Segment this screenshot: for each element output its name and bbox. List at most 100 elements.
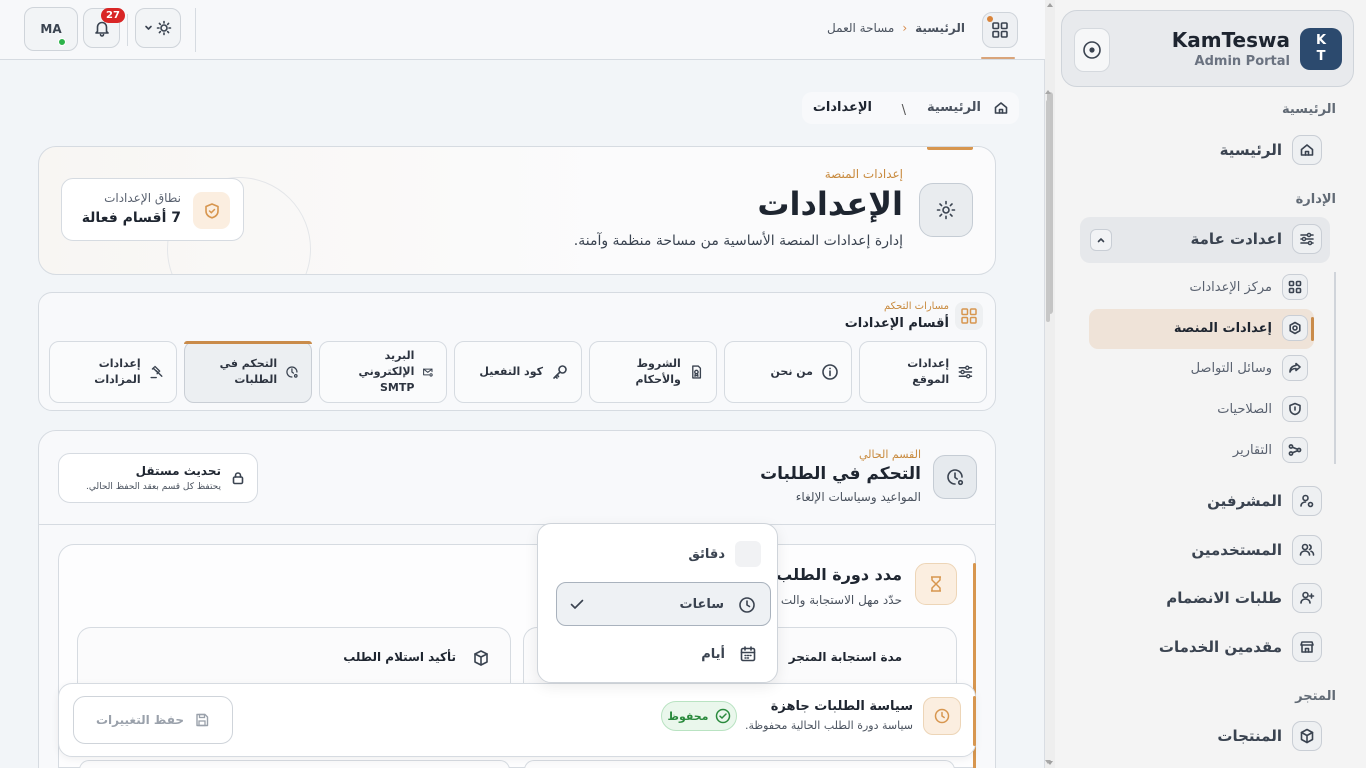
clock-icon xyxy=(923,697,961,735)
top-bar: الرئيسية ‹ مساحة العمل 27 MA xyxy=(0,0,1045,60)
save-bar-title: سياسة الطلبات جاهزة xyxy=(770,699,913,714)
section-label-admin: الإدارة xyxy=(1295,192,1336,207)
saved-status-badge: محفوظ xyxy=(661,701,737,731)
sidebar-item-join-requests[interactable]: طلبات الانضمام xyxy=(1166,583,1322,613)
submenu-line xyxy=(1334,272,1336,464)
document-badge-icon xyxy=(691,365,701,379)
collapse-button[interactable] xyxy=(1090,229,1112,251)
sidebar-item-general-settings[interactable]: اعدادت عامة xyxy=(1191,224,1322,254)
save-changes-button[interactable]: حفظ التغييرات xyxy=(73,696,233,744)
tab-order-control[interactable]: التحكم في الطلبات xyxy=(184,341,312,403)
tab-smtp-email[interactable]: البريد الإلكتروني SMTP xyxy=(319,341,447,403)
box-icon xyxy=(1292,721,1322,751)
sidebar-item-label: المستخدمين xyxy=(1191,541,1282,559)
brand-subtitle: Admin Portal xyxy=(1194,54,1290,69)
dropdown-option-minutes[interactable]: دقائق xyxy=(556,532,771,576)
sidebar-item-home[interactable]: الرئيسية xyxy=(1220,135,1322,165)
check-icon xyxy=(569,596,585,612)
divider xyxy=(39,524,995,525)
card-accent-bar xyxy=(973,696,976,746)
sidebar-item-providers[interactable]: مقدمين الخدمات xyxy=(1159,632,1322,662)
package-icon xyxy=(472,649,490,667)
grid-icon xyxy=(992,22,1008,38)
scope-label: نطاق الإعدادات xyxy=(104,191,181,205)
calendar-icon xyxy=(737,643,759,665)
sidebar-subitem-permissions[interactable]: الصلاحيات xyxy=(1217,396,1308,422)
breadcrumb-home-link[interactable]: الرئيسية xyxy=(915,21,965,35)
indicator-dot xyxy=(987,16,993,22)
time-unit-dropdown: دقائق ساعات أيام xyxy=(537,523,778,683)
sliders-icon xyxy=(1292,224,1322,254)
scrollbar-thumb[interactable] xyxy=(1046,100,1050,322)
breadcrumb-home-link[interactable]: الرئيسية xyxy=(927,100,981,115)
sidebar-subitem-label: وسائل التواصل xyxy=(1190,360,1272,376)
sidebar-item-supervisors[interactable]: المشرفين xyxy=(1207,486,1322,516)
scroll-up-arrow[interactable] xyxy=(1047,3,1053,7)
check-circle-icon xyxy=(715,708,730,724)
clock-settings-icon xyxy=(933,455,977,499)
mail-settings-icon xyxy=(423,368,434,377)
sidebar-subitem-social[interactable]: وسائل التواصل xyxy=(1191,355,1308,381)
clock-settings-icon xyxy=(286,366,298,378)
tab-auction-settings[interactable]: إعدادات المزادات xyxy=(49,341,177,403)
sidebar-item-products[interactable]: المنتجات xyxy=(1217,721,1322,751)
dropdown-option-hours[interactable]: ساعات xyxy=(556,582,771,626)
sidebar-group-general-settings[interactable]: اعدادت عامة xyxy=(1080,217,1330,263)
sections-title: أقسام الإعدادات xyxy=(844,316,949,331)
logo-letter-1: K xyxy=(1315,33,1327,48)
breadcrumb-workspace: مساحة العمل xyxy=(827,21,895,35)
sidebar-subitem-label: الصلاحيات xyxy=(1217,401,1272,417)
independent-update-card: تحديث مستقل يحتفظ كل قسم بعقد الحفظ الحا… xyxy=(58,453,258,503)
grid-icon xyxy=(1282,274,1308,300)
page-title: الإعدادات xyxy=(757,185,903,223)
store-icon xyxy=(1292,632,1322,662)
main-scrollbar[interactable] xyxy=(1045,90,1051,768)
sidebar-item-label: طلبات الانضمام xyxy=(1166,589,1282,607)
sidebar-subitem-settings-center[interactable]: مركز الإعدادات xyxy=(1190,274,1308,300)
save-changes-label: حفظ التغييرات xyxy=(95,713,185,727)
brand-name: KamTeswa xyxy=(1171,28,1290,52)
hero-accent-bar xyxy=(927,147,973,150)
save-bar-description: سياسة دورة الطلب الحالية محفوظة. xyxy=(745,719,913,732)
tab-about-us[interactable]: من نحن xyxy=(724,341,852,403)
order-cycle-title: مدد دورة الطلب xyxy=(776,565,902,584)
sidebar-toggle-button[interactable] xyxy=(1074,28,1110,72)
sidebar-item-users[interactable]: المستخدمين xyxy=(1191,535,1322,565)
tab-label: إعدادات الموقع xyxy=(907,357,950,386)
scroll-up-arrow[interactable] xyxy=(1045,90,1051,94)
user-plus-icon xyxy=(1292,583,1322,613)
home-icon[interactable] xyxy=(993,100,1009,116)
settings-gear-icon xyxy=(919,183,973,237)
theme-toggle-button[interactable] xyxy=(135,8,181,48)
scope-value: 7 أقسام فعالة xyxy=(81,210,181,226)
user-avatar-button[interactable]: MA xyxy=(24,7,78,51)
saved-status-label: محفوظ xyxy=(667,709,709,723)
hero-eyebrow: إعدادات المنصة xyxy=(824,167,903,181)
sidebar-subitem-label: التقارير xyxy=(1232,442,1272,458)
tab-site-settings[interactable]: إعدادات الموقع xyxy=(859,341,987,403)
shield-icon xyxy=(193,192,230,229)
independent-update-title: تحديث مستقل xyxy=(135,464,221,478)
section-label-home: الرئيسية xyxy=(1281,102,1336,117)
top-divider xyxy=(195,8,196,52)
sidebar-item-label: اعدادت عامة xyxy=(1190,230,1282,248)
settings-gear-icon xyxy=(1282,315,1308,341)
settings-scope-card: نطاق الإعدادات 7 أقسام فعالة xyxy=(61,178,244,241)
current-section-eyebrow: القسم الحالي xyxy=(859,448,921,461)
blank-icon xyxy=(735,541,761,567)
scroll-down-arrow[interactable] xyxy=(1045,760,1051,764)
avatar: MA xyxy=(40,22,62,36)
submenu-active-indicator xyxy=(1311,317,1314,341)
tab-label: الشروط والأحكام xyxy=(635,357,681,386)
sidebar: K T KamTeswa Admin Portal الرئيسية الرئي… xyxy=(1044,0,1366,768)
sidebar-item-label: مقدمين الخدمات xyxy=(1158,638,1282,656)
online-status-dot xyxy=(58,38,66,46)
sidebar-item-label: المنتجات xyxy=(1217,727,1282,745)
grid-icon xyxy=(955,302,983,330)
sidebar-subitem-platform-settings[interactable]: إعدادات المنصة xyxy=(1174,315,1308,341)
tab-activation-code[interactable]: كود التفعيل xyxy=(454,341,582,403)
dropdown-option-days[interactable]: أيام xyxy=(556,632,771,676)
option-label: أيام xyxy=(701,646,725,662)
tab-terms[interactable]: الشروط والأحكام xyxy=(589,341,717,403)
sidebar-subitem-reports[interactable]: التقارير xyxy=(1233,437,1308,463)
